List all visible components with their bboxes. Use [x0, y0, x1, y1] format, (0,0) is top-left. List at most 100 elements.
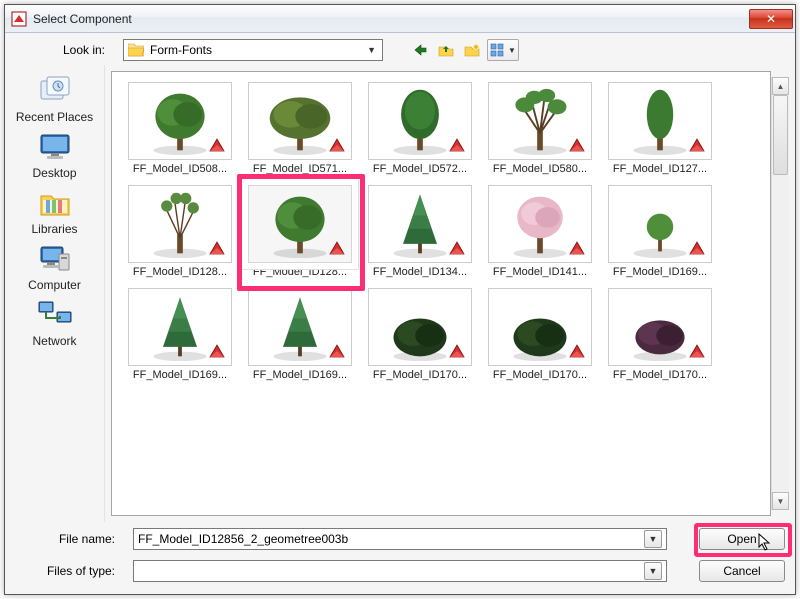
places-computer[interactable]: Computer	[12, 241, 98, 291]
file-item[interactable]: FF_Model_ID170...	[604, 286, 716, 383]
file-thumbnail	[608, 288, 712, 366]
titlebar: Select Component ✕	[5, 5, 795, 33]
new-folder-button[interactable]	[461, 39, 483, 61]
libraries-icon	[35, 185, 75, 221]
file-thumbnail	[488, 82, 592, 160]
chevron-down-icon: ▼	[365, 45, 378, 55]
file-item[interactable]: FF_Model_ID508...	[124, 80, 236, 177]
file-thumbnail	[248, 185, 352, 263]
file-label: FF_Model_ID134...	[373, 266, 467, 278]
file-thumbnail	[608, 82, 712, 160]
file-label: FF_Model_ID580...	[493, 163, 587, 175]
skp-badge-icon	[447, 238, 467, 258]
open-button[interactable]: Open	[699, 528, 785, 550]
places-label: Libraries	[31, 223, 77, 235]
file-item[interactable]: FF_Model_ID169...	[124, 286, 236, 383]
file-label: FF_Model_ID141...	[493, 266, 587, 278]
file-item[interactable]: FF_Model_ID580...	[484, 80, 596, 177]
file-list[interactable]: FF_Model_ID508... FF_Model_ID571...	[111, 71, 771, 516]
places-label: Computer	[28, 279, 81, 291]
skp-badge-icon	[447, 341, 467, 361]
filename-combo[interactable]: FF_Model_ID12856_2_geometree003b ▼	[133, 528, 667, 550]
file-label: FF_Model_ID572...	[373, 163, 467, 175]
file-thumbnail	[368, 82, 472, 160]
skp-badge-icon	[327, 341, 347, 361]
file-thumbnail	[488, 185, 592, 263]
cancel-button-label: Cancel	[723, 564, 760, 578]
dialog-bottom: File name: FF_Model_ID12856_2_geometree0…	[5, 522, 795, 594]
lookin-combo[interactable]: Form-Fonts ▼	[123, 39, 383, 61]
chevron-down-icon[interactable]: ▼	[644, 562, 662, 580]
back-button[interactable]	[409, 39, 431, 61]
scroll-down-button[interactable]: ▼	[772, 492, 789, 510]
skp-badge-icon	[567, 238, 587, 258]
filetype-label: Files of type:	[15, 564, 125, 578]
skp-badge-icon	[447, 135, 467, 155]
file-thumbnail	[368, 288, 472, 366]
file-label: FF_Model_ID170...	[373, 369, 467, 381]
skp-badge-icon	[207, 341, 227, 361]
recent-places-icon	[35, 73, 75, 109]
scrollbar[interactable]: ▲ ▼	[771, 77, 789, 510]
file-item[interactable]: FF_Model_ID127...	[604, 80, 716, 177]
computer-icon	[35, 241, 75, 277]
filename-label: File name:	[15, 532, 125, 546]
file-item[interactable]: FF_Model_ID170...	[364, 286, 476, 383]
file-thumbnail	[128, 288, 232, 366]
filetype-combo[interactable]: ▼	[133, 560, 667, 582]
open-button-label: Open	[727, 532, 756, 546]
file-label: FF_Model_ID128...	[133, 266, 227, 278]
new-folder-icon	[464, 43, 480, 57]
file-thumbnail	[128, 185, 232, 263]
file-label: FF_Model_ID169...	[253, 369, 347, 381]
chevron-down-icon: ▼	[508, 46, 516, 55]
scroll-up-button[interactable]: ▲	[772, 77, 789, 95]
file-item[interactable]: FF_Model_ID169...	[244, 286, 356, 383]
skp-badge-icon	[687, 135, 707, 155]
file-item[interactable]: FF_Model_ID128...	[244, 183, 356, 280]
file-label: FF_Model_ID169...	[613, 266, 707, 278]
network-icon	[35, 297, 75, 333]
lookin-label: Look in:	[15, 43, 115, 57]
close-button[interactable]: ✕	[749, 9, 793, 29]
places-recent[interactable]: Recent Places	[12, 73, 98, 123]
places-desktop[interactable]: Desktop	[12, 129, 98, 179]
file-thumbnail	[488, 288, 592, 366]
views-icon	[490, 43, 506, 57]
file-label: FF_Model_ID508...	[133, 163, 227, 175]
file-item[interactable]: FF_Model_ID134...	[364, 183, 476, 280]
file-label: FF_Model_ID571...	[253, 163, 347, 175]
back-arrow-icon	[412, 43, 428, 57]
scroll-thumb[interactable]	[773, 95, 788, 175]
cancel-button[interactable]: Cancel	[699, 560, 785, 582]
skp-badge-icon	[327, 238, 347, 258]
file-item[interactable]: FF_Model_ID128...	[124, 183, 236, 280]
close-icon: ✕	[766, 12, 776, 26]
file-item[interactable]: FF_Model_ID571...	[244, 80, 356, 177]
skp-badge-icon	[567, 135, 587, 155]
skp-badge-icon	[687, 341, 707, 361]
file-label: FF_Model_ID170...	[493, 369, 587, 381]
up-one-level-button[interactable]	[435, 39, 457, 61]
places-libraries[interactable]: Libraries	[12, 185, 98, 235]
views-menu-button[interactable]: ▼	[487, 39, 519, 61]
file-item[interactable]: FF_Model_ID572...	[364, 80, 476, 177]
file-label: FF_Model_ID170...	[613, 369, 707, 381]
chevron-down-icon[interactable]: ▼	[644, 530, 662, 548]
toolbar: Look in: Form-Fonts ▼	[5, 33, 795, 65]
file-label: FF_Model_ID128...	[253, 266, 347, 278]
file-item[interactable]: FF_Model_ID169...	[604, 183, 716, 280]
folder-icon	[128, 43, 144, 57]
skp-badge-icon	[567, 341, 587, 361]
file-label: FF_Model_ID127...	[613, 163, 707, 175]
file-item[interactable]: FF_Model_ID141...	[484, 183, 596, 280]
skp-badge-icon	[687, 238, 707, 258]
skp-badge-icon	[207, 135, 227, 155]
places-label: Network	[32, 335, 76, 347]
file-item[interactable]: FF_Model_ID170...	[484, 286, 596, 383]
places-label: Desktop	[32, 167, 76, 179]
places-bar: Recent Places Desktop	[5, 65, 105, 522]
places-network[interactable]: Network	[12, 297, 98, 347]
cursor-icon	[758, 533, 772, 553]
file-label: FF_Model_ID169...	[133, 369, 227, 381]
